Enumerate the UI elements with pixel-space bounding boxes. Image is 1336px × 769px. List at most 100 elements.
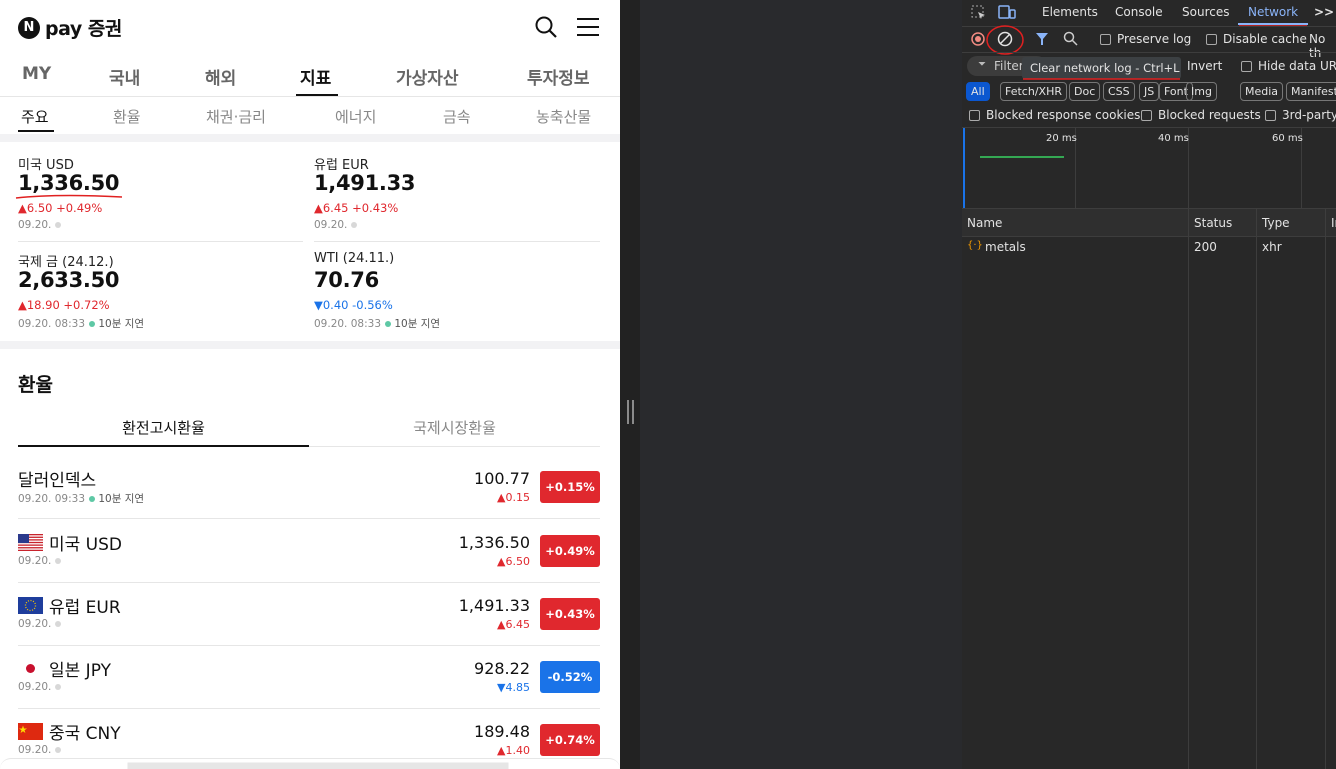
- fx-row-percent-badge: +0.43%: [540, 598, 600, 630]
- fx-row-date: 09.20.: [18, 555, 62, 567]
- tooltip: Clear network log - Ctrl+L: [1022, 57, 1181, 79]
- filter-chip[interactable]: Manifest: [1286, 82, 1336, 101]
- split-panel: [620, 0, 640, 769]
- divider: [18, 645, 600, 646]
- timeline-tick: 40 ms: [1158, 133, 1189, 144]
- third-party-checkbox[interactable]: 3rd-party: [1265, 108, 1336, 122]
- sub-tab-major[interactable]: 주요: [21, 106, 49, 127]
- fx-tab-international[interactable]: 국제시장환율: [309, 417, 600, 438]
- summary-date: 09.20.: [314, 219, 358, 231]
- fx-row-percent-badge: +0.49%: [540, 535, 600, 567]
- divider: [0, 96, 620, 97]
- filter-chip[interactable]: Fetch/XHR: [1000, 82, 1067, 101]
- sub-tab-bonds[interactable]: 채권·금리: [206, 106, 266, 127]
- sub-tab-metals[interactable]: 금속: [443, 106, 471, 127]
- request-row[interactable]: {·} metals 200 xhr: [962, 237, 1336, 258]
- sub-tab-underline: [18, 130, 54, 132]
- main-tab-indicators[interactable]: 지표: [300, 64, 331, 89]
- inspect-element-icon[interactable]: [971, 5, 987, 21]
- search-icon[interactable]: [1063, 31, 1078, 46]
- filter-chip[interactable]: All: [966, 82, 990, 101]
- disable-cache-checkbox[interactable]: Disable cache: [1206, 32, 1307, 46]
- blocked-cookies-checkbox[interactable]: Blocked response cookies: [969, 108, 1140, 122]
- divider: [314, 241, 600, 242]
- timeline-bar: [980, 156, 1064, 158]
- main-tab-domestic[interactable]: 국내: [109, 64, 140, 89]
- app-logo[interactable]: N pay 증권: [18, 14, 122, 41]
- us-flag-icon: [18, 534, 43, 551]
- filter-icon[interactable]: [1035, 32, 1049, 46]
- page-background: [620, 0, 962, 769]
- summary-label: WTI (24.11.): [314, 251, 395, 266]
- blocked-requests-checkbox[interactable]: Blocked requests: [1141, 108, 1261, 122]
- network-timeline[interactable]: 20 ms 40 ms 60 ms: [962, 128, 1336, 208]
- bottom-sheet-edge: [0, 758, 620, 769]
- fx-tab-exchange[interactable]: 환전고시환율: [18, 417, 309, 438]
- filter-chip[interactable]: CSS: [1103, 82, 1135, 101]
- filter-chip[interactable]: Img: [1186, 82, 1217, 101]
- sub-tab-agri[interactable]: 농축산물: [536, 106, 591, 127]
- request-status: 200: [1194, 240, 1217, 254]
- column-initiator[interactable]: Ir: [1331, 216, 1336, 230]
- jp-flag-icon: [18, 660, 43, 677]
- fx-row-percent-badge: +0.15%: [540, 471, 600, 503]
- summary-change: ▼0.40 -0.56%: [314, 298, 393, 312]
- preserve-log-checkbox[interactable]: Preserve log: [1100, 32, 1191, 46]
- main-tab-crypto[interactable]: 가상자산: [396, 64, 459, 89]
- filter-chip[interactable]: Media: [1240, 82, 1284, 101]
- summary-date: 09.20.: [18, 219, 62, 231]
- devtools-tab-elements[interactable]: Elements: [1042, 5, 1098, 19]
- more-tabs-button[interactable]: >>: [1314, 5, 1334, 19]
- fx-row-value: 1,336.50: [458, 533, 530, 552]
- devtools-panel: Elements Console Sources Network >> Pres…: [962, 0, 1336, 769]
- section-separator: [0, 134, 620, 142]
- column-type[interactable]: Type: [1262, 216, 1290, 230]
- record-icon[interactable]: [971, 32, 985, 46]
- main-tab-my[interactable]: MY: [22, 64, 51, 84]
- devtools-tab-sources[interactable]: Sources: [1182, 5, 1229, 19]
- search-icon[interactable]: [534, 15, 558, 39]
- hide-data-urls-checkbox[interactable]: Hide data URL: [1241, 59, 1336, 73]
- resize-handle[interactable]: [627, 400, 634, 424]
- fx-row-date: 09.20. 09:33 10분 지연: [18, 493, 145, 505]
- fx-row-value: 1,491.33: [458, 596, 530, 615]
- menu-icon[interactable]: [577, 17, 599, 37]
- fx-row-change: ▼4.85: [497, 681, 530, 694]
- summary-change: ▲6.50 +0.49%: [18, 201, 103, 215]
- main-tab-invest-info[interactable]: 투자정보: [527, 64, 590, 89]
- column-divider: [1188, 209, 1189, 769]
- fx-row-change: ▲6.45: [497, 618, 530, 631]
- divider: [962, 52, 1336, 53]
- divider: [18, 518, 600, 519]
- annotation-underline: [1023, 78, 1180, 80]
- invert-checkbox[interactable]: Invert: [1187, 59, 1222, 73]
- column-divider: [1325, 209, 1326, 769]
- fx-row-value: 189.48: [474, 722, 530, 741]
- fx-row-value: 100.77: [474, 469, 530, 488]
- fx-section-title: 환율: [18, 374, 53, 396]
- logo-text: pay 증권: [45, 18, 122, 40]
- finance-app: N pay 증권 MY 국내 해외 지표 가상자산 투자정보 주요 환율 채권·…: [0, 0, 620, 769]
- filter-chip[interactable]: JS: [1139, 82, 1160, 101]
- devtools-tab-console[interactable]: Console: [1115, 5, 1163, 19]
- timeline-tick: 20 ms: [1046, 133, 1077, 144]
- sub-tab-fx[interactable]: 환율: [113, 106, 141, 127]
- summary-value: 1,491.33: [314, 171, 416, 195]
- timeline-tick: 60 ms: [1272, 133, 1303, 144]
- section-separator: [0, 341, 620, 349]
- main-tab-overseas[interactable]: 해외: [205, 64, 236, 89]
- column-name[interactable]: Name: [967, 216, 1002, 230]
- summary-value: 2,633.50: [18, 268, 120, 292]
- fx-row-name: 달러인덱스: [18, 471, 97, 491]
- fx-tab-underline: [18, 445, 309, 447]
- logo-badge: N: [18, 16, 40, 39]
- column-status[interactable]: Status: [1194, 216, 1232, 230]
- devtools-tab-network[interactable]: Network: [1248, 5, 1298, 19]
- throttling-select[interactable]: No th: [1309, 32, 1336, 60]
- sub-tab-energy[interactable]: 에너지: [335, 106, 376, 127]
- device-toolbar-icon[interactable]: [998, 4, 1016, 20]
- filter-chip[interactable]: Doc: [1069, 82, 1101, 101]
- summary-change: ▲6.45 +0.43%: [314, 201, 399, 215]
- timeline-marker: [963, 128, 965, 208]
- fx-row-date: 09.20.: [18, 681, 62, 693]
